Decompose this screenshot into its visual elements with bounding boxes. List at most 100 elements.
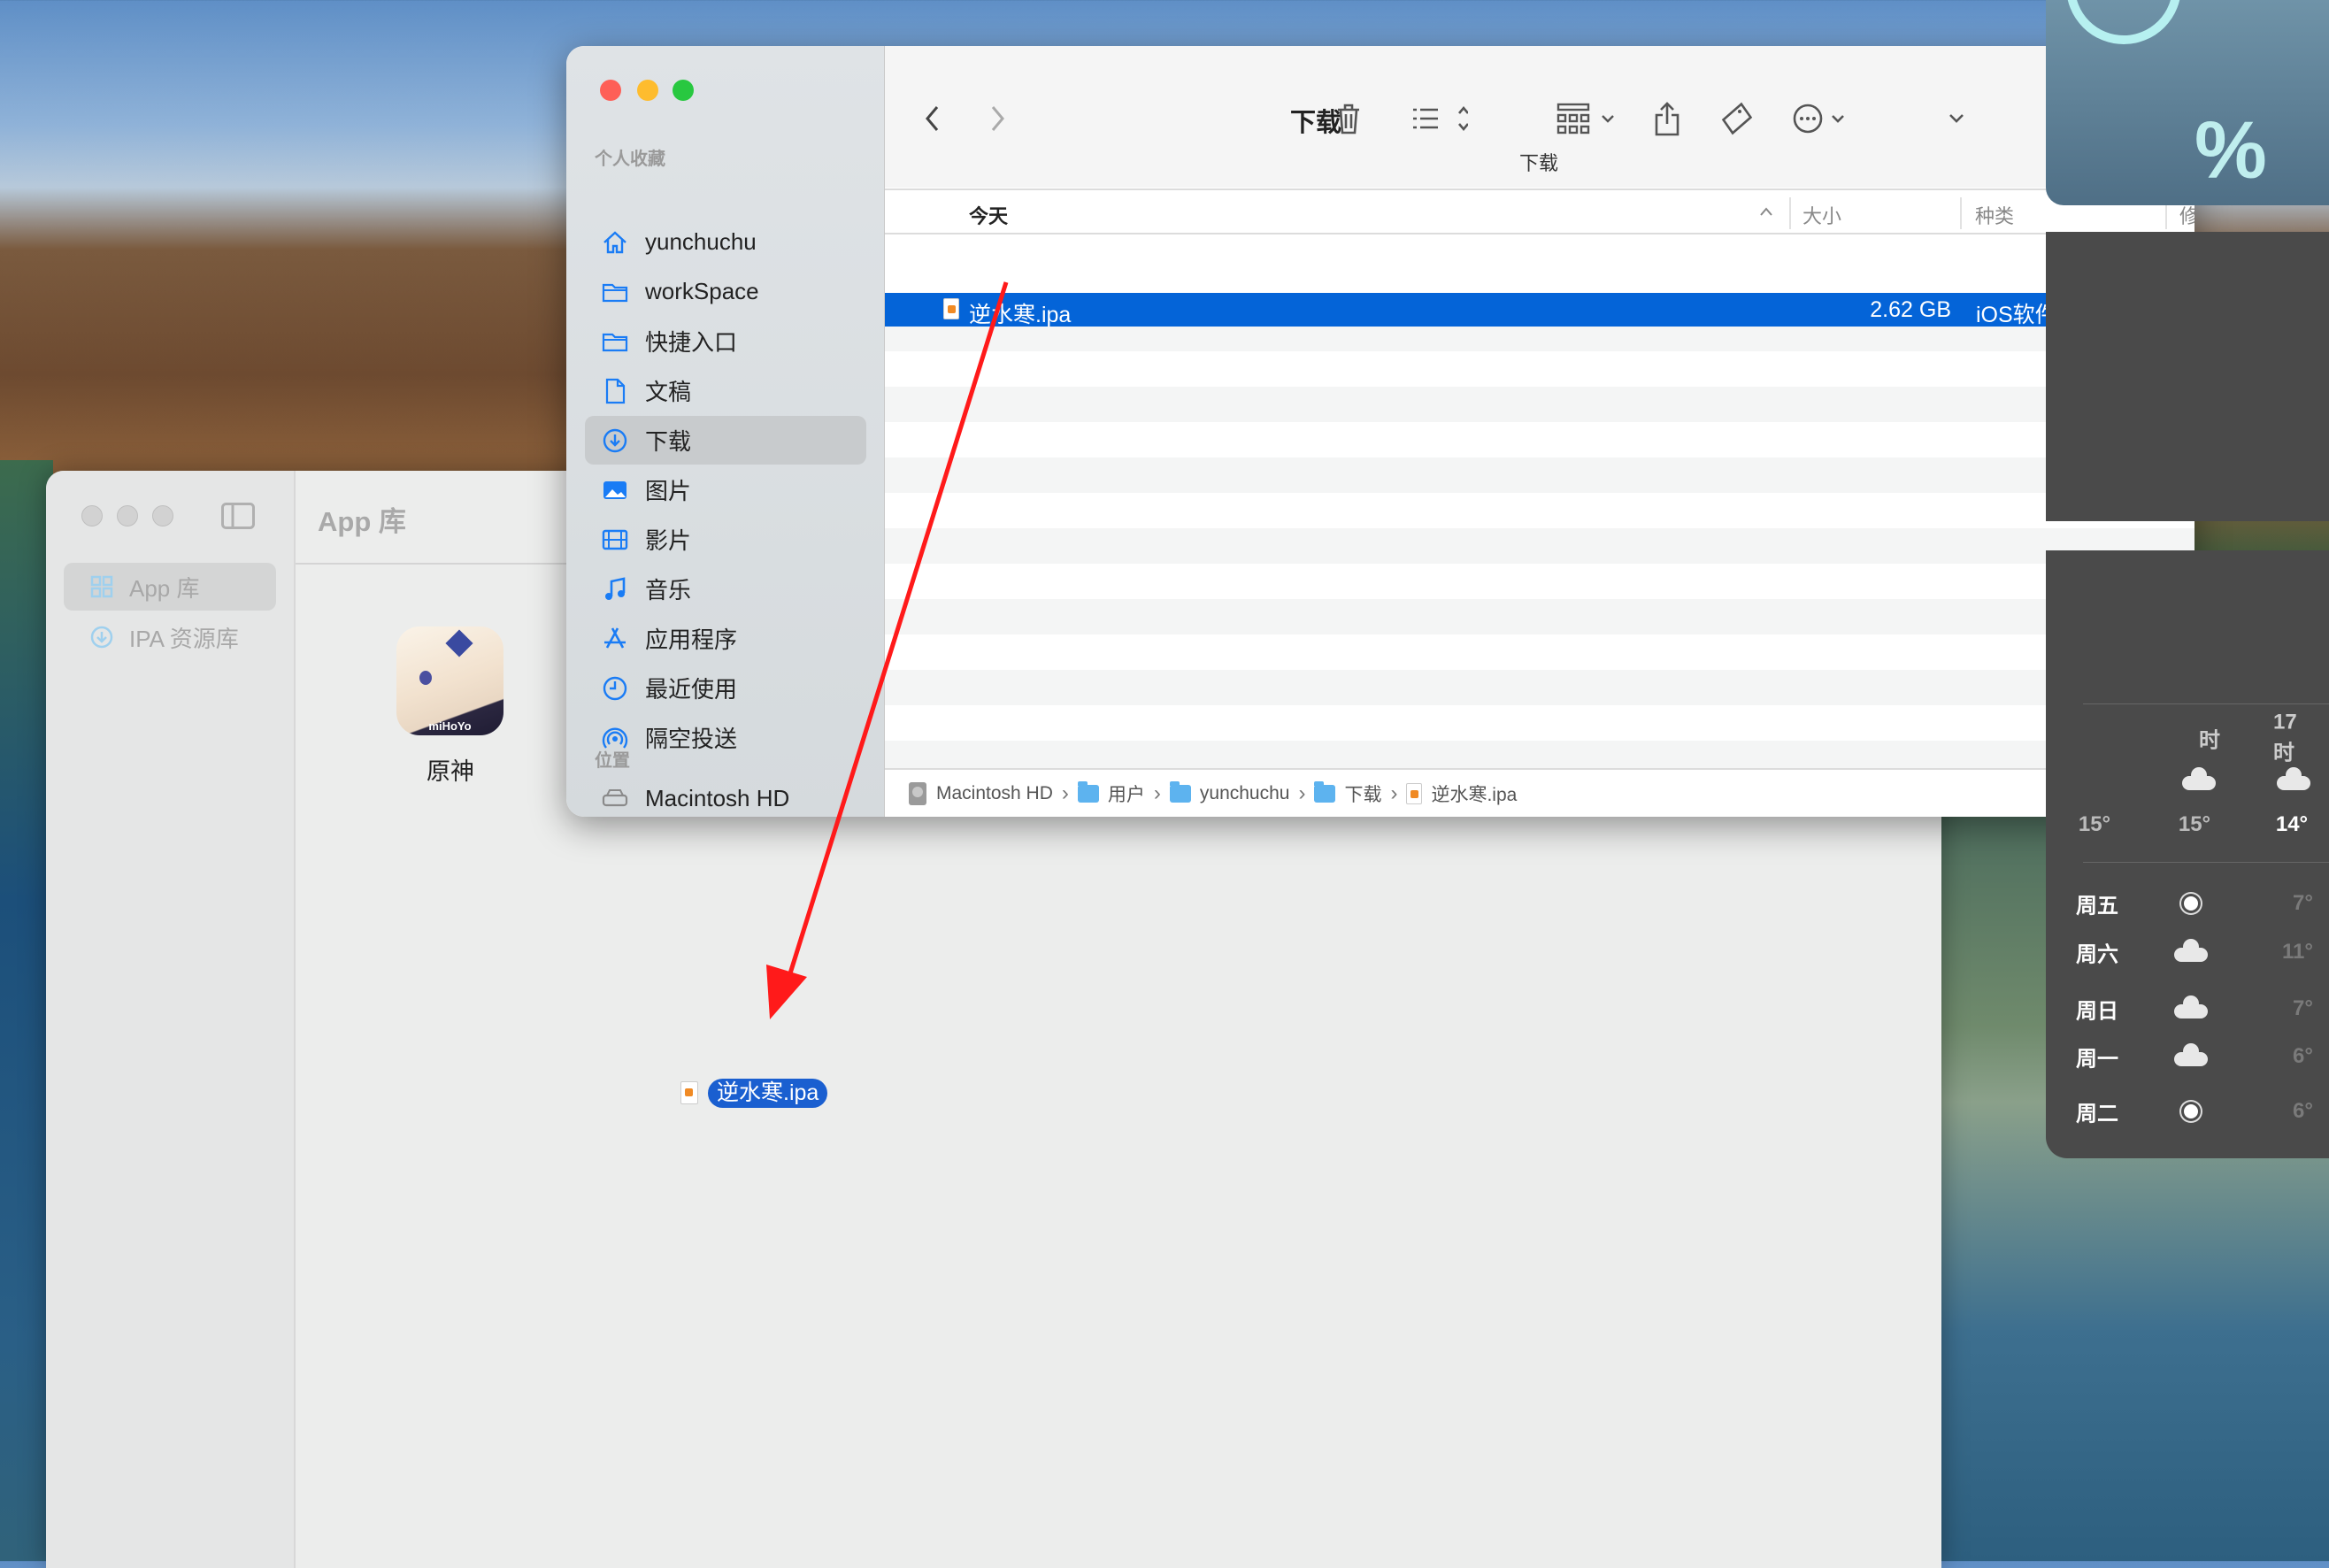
cloud-icon [2182, 767, 2216, 790]
sidebar-item-app-store[interactable]: 应用程序 [585, 614, 866, 663]
trash-icon[interactable] [1335, 102, 1362, 135]
zoom-button[interactable] [152, 505, 173, 527]
chevron-right-icon: › [1153, 780, 1161, 805]
ipa-file-icon [1406, 782, 1423, 804]
sidebar-item-folder[interactable]: workSpace [585, 267, 866, 316]
cloud-icon [2277, 767, 2310, 790]
breadcrumb-item[interactable]: 逆水寒.ipa [1431, 780, 1517, 807]
path-header: 下载 [1518, 152, 1559, 174]
chevron-right-icon: › [1061, 780, 1069, 805]
sidebar-item-label: 音乐 [645, 577, 692, 603]
group-by-icon[interactable] [1557, 103, 1618, 135]
folder-icon [1077, 780, 1099, 803]
folder-icon [602, 283, 628, 302]
home-icon [603, 230, 626, 253]
star-icon [445, 629, 473, 657]
downloads-folder-icon [1314, 780, 1336, 803]
day-temp: 6° [2293, 1044, 2313, 1068]
chevron-down-icon[interactable] [1948, 112, 1965, 125]
desktop-wallpaper [0, 460, 53, 1561]
finder-sidebar: 个人收藏 yunchuchu workSpace 快捷入口 文稿 下载 图片 影片 音乐 应用程… [566, 46, 885, 817]
sidebar-item-download[interactable]: 下载 [585, 416, 866, 465]
app-name: 原神 [427, 758, 474, 785]
list-view-icon[interactable] [1411, 104, 1468, 134]
chevron-right-icon: › [1390, 780, 1398, 805]
divider [2083, 703, 2329, 704]
dragged-file-label[interactable]: 逆水寒.ipa [708, 1079, 828, 1108]
hour-temp: 15° [2178, 812, 2211, 836]
hour-temp: 14° [2275, 812, 2309, 836]
close-button[interactable] [600, 80, 621, 101]
forward-icon[interactable] [988, 104, 1006, 133]
sidebar-item-label: 图片 [645, 478, 692, 504]
divider [2083, 862, 2329, 863]
finder-window: 个人收藏 yunchuchu workSpace 快捷入口 文稿 下载 图片 影片 音乐 应用程… [566, 46, 2194, 817]
battery-percent: % [2194, 105, 2267, 196]
sidebar-item-home[interactable]: yunchuchu [585, 218, 866, 266]
sidebar-item-label: 隔空投送 [645, 726, 738, 752]
path-bar: Macintosh HD › 用户 › yunchuchu › 下载 › 逆水寒.ipa [885, 768, 2194, 817]
breadcrumb-item[interactable]: 下载 [1344, 780, 1381, 807]
sidebar-item-photo[interactable]: 图片 [585, 465, 866, 514]
disk-icon [909, 781, 926, 805]
day-temp: 11° [2282, 940, 2313, 964]
sidebar-toggle-icon[interactable] [221, 503, 255, 529]
share-icon[interactable] [1654, 101, 1680, 136]
sidebar-item-label: Macintosh HD [645, 785, 790, 811]
breadcrumb-item[interactable]: Macintosh HD [936, 783, 1053, 804]
download-icon [603, 428, 627, 452]
tag-icon[interactable] [1721, 101, 1753, 136]
sidebar-item-app-library[interactable]: App 库 [64, 563, 276, 611]
day-temp: 7° [2293, 891, 2313, 915]
sidebar-item-label: 应用程序 [645, 626, 738, 653]
sun-icon [2184, 1104, 2198, 1118]
more-actions-icon[interactable] [1792, 103, 1850, 135]
cloud-icon [2174, 939, 2208, 962]
close-button[interactable] [81, 505, 103, 527]
sidebar-item-ipa-library[interactable]: IPA 资源库 [64, 613, 276, 661]
sidebar-item-label: IPA 资源库 [129, 625, 239, 652]
music-icon [605, 576, 626, 600]
eye-graphic [419, 671, 432, 685]
file-row-selected[interactable]: 逆水寒.ipa 2.62 GB iOS软件包归档 昨 [885, 293, 2194, 327]
sidebar-item-document[interactable]: 文稿 [585, 366, 866, 415]
breadcrumb-item[interactable]: 用户 [1108, 780, 1145, 807]
back-icon[interactable] [924, 104, 942, 133]
widget-panel [2046, 232, 2329, 521]
sidebar-item-film[interactable]: 影片 [585, 515, 866, 564]
sort-ascending-icon[interactable] [1759, 206, 1773, 217]
day-label: 周日 [2076, 999, 2118, 1024]
toolbar-title: 下载 [1290, 109, 1342, 137]
document-icon [605, 378, 626, 404]
day-label: 周一 [2076, 1047, 2118, 1072]
day-label: 周二 [2076, 1102, 2118, 1126]
day-label: 周六 [2076, 942, 2118, 967]
sidebar-item-clock[interactable]: 最近使用 [585, 664, 866, 712]
sun-icon [2184, 896, 2198, 911]
app-library-sidebar: App 库 IPA 资源库 [46, 471, 296, 1568]
sidebar-item-macintosh-hd[interactable]: Macintosh HD [585, 774, 866, 817]
sidebar-item-folder[interactable]: 快捷入口 [585, 317, 866, 365]
rain-icon [2174, 995, 2208, 1018]
hour-label: 17时 [2273, 710, 2297, 765]
minimize-button[interactable] [117, 505, 138, 527]
clock-icon [603, 676, 627, 700]
locations-section-label: 位置 [595, 751, 630, 771]
app-store-icon [604, 626, 626, 649]
column-separator[interactable] [1960, 197, 1962, 229]
sidebar-item-label: App 库 [129, 574, 200, 602]
sidebar-item-label: 下载 [645, 428, 692, 455]
sidebar-item-music[interactable]: 音乐 [585, 565, 866, 613]
app-icon-genshin[interactable]: miHoYo [396, 626, 503, 735]
sidebar-item-label: 快捷入口 [645, 329, 738, 356]
column-header-size[interactable]: 大小 [1802, 201, 1841, 229]
day-label: 周五 [2076, 894, 2118, 919]
breadcrumb-item[interactable]: yunchuchu [1200, 783, 1290, 804]
column-separator[interactable] [1789, 197, 1791, 229]
disk-icon [602, 788, 628, 806]
minimize-button[interactable] [637, 80, 658, 101]
zoom-button[interactable] [673, 80, 694, 101]
day-temp: 7° [2293, 996, 2313, 1020]
column-header-kind[interactable]: 种类 [1975, 201, 2014, 229]
column-header-name[interactable]: 今天 [969, 201, 1008, 229]
